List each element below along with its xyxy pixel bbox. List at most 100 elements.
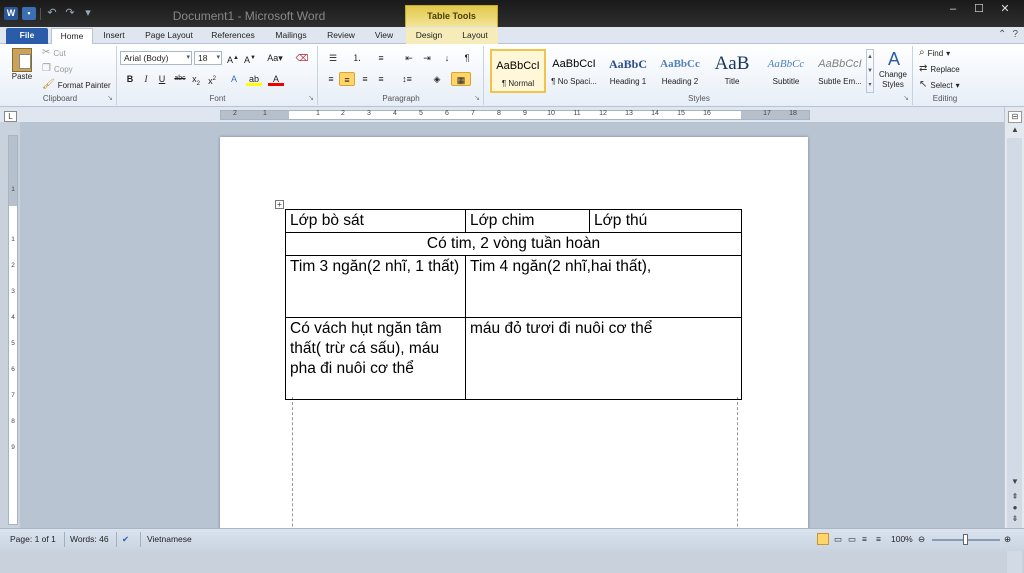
grow-font-icon[interactable]: A▲ — [225, 51, 241, 65]
style-title[interactable]: AaB Title — [704, 49, 760, 93]
page-count[interactable]: Page: 1 of 1 — [10, 534, 56, 544]
table-move-handle-icon[interactable]: + — [275, 200, 284, 209]
minimize-ribbon-icon[interactable]: ⌃ — [998, 29, 1006, 40]
tab-layout[interactable]: Layout — [452, 28, 498, 44]
undo-icon[interactable]: ↶ — [45, 7, 59, 20]
select-button[interactable]: ↖ Select ▾ — [919, 80, 960, 90]
document-table[interactable]: Lớp bò sát Lớp chim Lớp thú Có tim, 2 vò… — [285, 209, 742, 400]
help-icon[interactable]: ? — [1012, 29, 1018, 40]
shrink-font-icon[interactable]: A▼ — [242, 51, 258, 65]
horizontal-ruler[interactable]: 2 1 1 2 3 4 5 6 7 8 9 10 11 12 13 14 15 … — [220, 110, 810, 120]
vertical-ruler[interactable]: 1 1 2 3 4 5 6 7 8 9 — [8, 135, 18, 525]
table-cell[interactable]: Lớp chim — [465, 209, 590, 233]
shading-icon[interactable]: ◈ — [427, 72, 447, 86]
ruler-toggle-icon[interactable]: ⊟ — [1008, 111, 1022, 123]
format-painter-button[interactable]: 🖌 Format Painter — [42, 80, 111, 90]
customize-qat-icon[interactable]: ▾ — [81, 7, 95, 20]
table-cell[interactable]: Lớp bò sát — [285, 209, 466, 233]
paste-button[interactable]: Paste — [8, 48, 36, 81]
word-logo-icon[interactable]: W — [4, 7, 18, 20]
multilevel-list-icon[interactable]: ≡ — [371, 51, 391, 65]
scroll-down-icon[interactable]: ▼ — [1008, 477, 1022, 489]
vertical-scrollbar[interactable]: ⊟ ▲ ▼ ⇞ ● ⇟ — [1004, 107, 1024, 573]
align-left-icon[interactable]: ≡ — [323, 72, 339, 86]
word-count[interactable]: Words: 46 — [70, 534, 109, 544]
text-effects-icon[interactable]: A — [226, 72, 242, 86]
table-cell[interactable]: Lớp thú — [589, 209, 742, 233]
document-page[interactable]: + Lớp bò sát Lớp chim Lớp thú Có tim, 2 … — [220, 137, 808, 528]
tab-review[interactable]: Review — [321, 28, 361, 44]
zoom-in-icon[interactable]: ⊕ — [1004, 534, 1011, 545]
language[interactable]: Vietnamese — [147, 534, 192, 544]
bold-icon[interactable]: B — [122, 72, 138, 86]
redo-icon[interactable]: ↷ — [63, 7, 77, 20]
decrease-indent-icon[interactable]: ⇤ — [401, 51, 417, 65]
zoom-slider[interactable] — [932, 534, 1000, 545]
paragraph-launcher-icon[interactable]: ↘ — [474, 94, 480, 102]
font-size-input[interactable]: 18 ▾ — [194, 51, 222, 65]
tab-page-layout[interactable]: Page Layout — [139, 28, 199, 44]
next-page-icon[interactable]: ⇟ — [1008, 514, 1022, 526]
style-heading-2[interactable]: AaBbCc Heading 2 — [652, 49, 708, 93]
styles-scroll[interactable]: ▲ ▼ ▾ — [866, 49, 874, 93]
tab-selector[interactable]: L — [4, 111, 17, 122]
tab-view[interactable]: View — [367, 28, 401, 44]
tab-insert[interactable]: Insert — [97, 28, 131, 44]
show-formatting-icon[interactable]: ¶ — [459, 51, 475, 65]
tab-references[interactable]: References — [205, 28, 261, 44]
full-screen-reading-icon[interactable]: ▭ — [834, 534, 842, 545]
sort-icon[interactable]: ↓ — [439, 51, 455, 65]
change-styles-button[interactable]: A Change Styles — [876, 48, 912, 90]
outline-icon[interactable]: ≡ — [862, 534, 867, 544]
table-cell[interactable]: Tim 3 ngăn(2 nhĩ, 1 thất) — [285, 255, 466, 318]
zoom-out-icon[interactable]: ⊖ — [918, 534, 925, 545]
line-spacing-icon[interactable]: ↕≡ — [397, 72, 417, 86]
bullets-icon[interactable]: ☰ — [323, 51, 343, 65]
increase-indent-icon[interactable]: ⇥ — [419, 51, 435, 65]
maximize-icon[interactable]: ☐ — [966, 0, 992, 18]
zoom-slider-thumb[interactable] — [963, 534, 968, 545]
table-cell[interactable]: Có tim, 2 vòng tuần hoàn — [285, 232, 742, 256]
tab-design[interactable]: Design — [406, 28, 452, 44]
underline-icon[interactable]: U — [154, 72, 170, 86]
find-button[interactable]: ⌕ Find ▾ — [919, 48, 950, 58]
draft-icon[interactable]: ≡ — [876, 534, 881, 544]
clipboard-launcher-icon[interactable]: ↘ — [107, 94, 113, 102]
subscript-icon[interactable]: x2 — [188, 72, 204, 87]
table-cell[interactable]: Tim 4 ngăn(2 nhĩ,hai thất), — [465, 255, 742, 318]
justify-icon[interactable]: ≡ — [373, 72, 389, 86]
style-subtle-emphasis[interactable]: AaBbCcI Subtle Em... — [812, 49, 868, 93]
borders-icon[interactable]: ▦ — [451, 72, 471, 86]
change-case-icon[interactable]: Aa▾ — [264, 51, 286, 65]
font-name-input[interactable]: Arial (Body) ▾ — [120, 51, 192, 65]
proofing-icon[interactable]: ✔ — [122, 534, 129, 545]
font-color-icon[interactable]: A — [268, 72, 284, 86]
strikethrough-icon[interactable]: abc — [172, 72, 188, 86]
cut-button[interactable]: ✂ Cut — [42, 48, 66, 58]
table-cell[interactable]: Có vách hụt ngăn tâm thất( trừ cá sấu), … — [285, 317, 466, 400]
tab-file[interactable]: File — [6, 28, 48, 44]
replace-button[interactable]: ⇄ Replace — [919, 64, 960, 74]
close-icon[interactable]: ✕ — [992, 0, 1018, 18]
save-icon[interactable]: ▪ — [22, 7, 36, 20]
highlight-icon[interactable]: ab — [246, 72, 262, 86]
align-right-icon[interactable]: ≡ — [357, 72, 373, 86]
style-normal[interactable]: AaBbCcI ¶ Normal — [490, 49, 546, 93]
font-launcher-icon[interactable]: ↘ — [308, 94, 314, 102]
tab-mailings[interactable]: Mailings — [267, 28, 315, 44]
copy-button[interactable]: ❐ Copy — [42, 64, 73, 74]
styles-launcher-icon[interactable]: ↘ — [903, 94, 909, 102]
print-layout-icon[interactable] — [817, 533, 829, 545]
style-subtitle[interactable]: AaBbCc Subtitle — [758, 49, 814, 93]
minimize-icon[interactable]: – — [940, 0, 966, 18]
align-center-icon[interactable]: ≡ — [339, 72, 355, 86]
style-no-spacing[interactable]: AaBbCcI ¶ No Spaci... — [546, 49, 602, 93]
italic-icon[interactable]: I — [138, 72, 154, 86]
table-cell[interactable]: máu đỏ tươi đi nuôi cơ thể — [465, 317, 742, 400]
superscript-icon[interactable]: x2 — [204, 72, 220, 86]
tab-home[interactable]: Home — [51, 28, 93, 45]
clear-formatting-icon[interactable]: ⌫ — [294, 51, 310, 65]
scroll-up-icon[interactable]: ▲ — [1008, 125, 1022, 137]
web-layout-icon[interactable]: ▭ — [848, 534, 856, 545]
numbering-icon[interactable]: ⒈ — [347, 51, 367, 65]
